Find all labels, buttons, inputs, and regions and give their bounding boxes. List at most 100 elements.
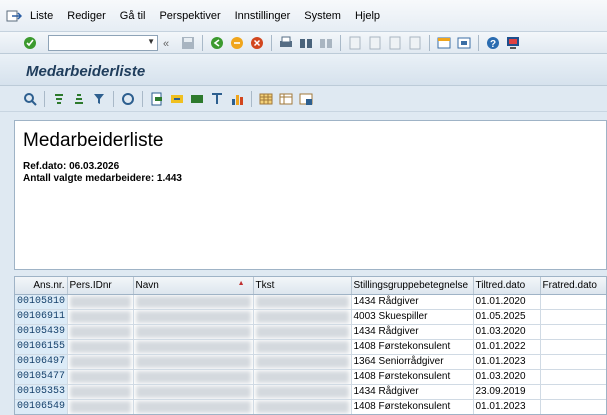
- ansnr-cell[interactable]: 00105353: [15, 384, 68, 400]
- toolbar-separator: [478, 34, 479, 51]
- redacted-cell: [67, 399, 134, 414]
- fratred-cell: [540, 369, 606, 385]
- stilling-cell: 1434 Rådgiver: [351, 384, 474, 400]
- col-header-ansnr[interactable]: Ans.nr.: [15, 277, 68, 295]
- menu-ga-til[interactable]: Gå til: [120, 10, 146, 22]
- tiltred-cell: 01.03.2020: [473, 324, 541, 340]
- table-row[interactable]: 00106155 1408 Førstekonsulent 01.01.2022: [15, 339, 606, 355]
- table-row[interactable]: 00105477 1408 Førstekonsulent 01.03.2020: [15, 369, 606, 385]
- col-header-stilling[interactable]: Stillingsgruppebetegnelse: [351, 277, 474, 295]
- ansnr-cell[interactable]: 00105810: [15, 294, 68, 310]
- customize-layout-icon[interactable]: [505, 35, 521, 51]
- command-field[interactable]: ▼: [48, 34, 158, 51]
- ansnr-cell[interactable]: 00106911: [15, 309, 68, 325]
- menu-hjelp[interactable]: Hjelp: [355, 10, 380, 22]
- sort-ascending-icon[interactable]: [51, 91, 67, 107]
- fratred-cell: [540, 294, 606, 310]
- graphic-icon[interactable]: [229, 91, 245, 107]
- next-page-icon[interactable]: [387, 35, 403, 51]
- sort-descending-icon[interactable]: [71, 91, 87, 107]
- redacted-cell: [253, 324, 352, 340]
- tiltred-cell: 01.01.2020: [473, 294, 541, 310]
- total-icon[interactable]: [120, 91, 136, 107]
- standard-toolbar: ▼ « ?: [0, 32, 607, 54]
- svg-text:«: «: [163, 38, 169, 50]
- redacted-cell: [133, 354, 254, 370]
- list-header: Medarbeiderliste Ref.dato: 06.03.2026 An…: [14, 120, 607, 270]
- ansnr-cell[interactable]: 00106549: [15, 399, 68, 414]
- toolbar-separator: [340, 34, 341, 51]
- fratred-cell: [540, 384, 606, 400]
- menu-system[interactable]: System: [304, 10, 341, 22]
- tiltred-cell: 23.09.2019: [473, 384, 541, 400]
- menu-innstillinger[interactable]: Innstillinger: [235, 10, 291, 22]
- table-row[interactable]: 00105439 1434 Rådgiver 01.03.2020: [15, 324, 606, 340]
- redacted-cell: [67, 369, 134, 385]
- table-row[interactable]: 00105810 1434 Rådgiver 01.01.2020: [15, 294, 606, 310]
- menu-rediger[interactable]: Rediger: [67, 10, 106, 22]
- toolbar-separator: [251, 90, 252, 107]
- col-header-persid[interactable]: Pers.IDnr: [67, 277, 134, 295]
- exit-icon[interactable]: [6, 9, 22, 23]
- employee-grid[interactable]: Ans.nr. Pers.IDnr Navn ▲ Tkst Stillingsgr…: [14, 276, 607, 415]
- ansnr-cell[interactable]: 00106497: [15, 354, 68, 370]
- table-row[interactable]: 00106497 1364 Seniorrådgiver 01.01.2023: [15, 354, 606, 370]
- save-icon[interactable]: [180, 35, 196, 51]
- cancel-icon[interactable]: [249, 35, 265, 51]
- table-row[interactable]: 00106549 1408 Førstekonsulent 01.01.2023: [15, 399, 606, 414]
- redacted-cell: [253, 369, 352, 385]
- fratred-cell: [540, 324, 606, 340]
- first-page-icon[interactable]: [347, 35, 363, 51]
- redacted-cell: [133, 309, 254, 325]
- list-heading: Medarbeiderliste: [23, 130, 164, 151]
- filter-icon[interactable]: [91, 91, 107, 107]
- new-session-icon[interactable]: [436, 35, 452, 51]
- menu-perspektiver[interactable]: Perspektiver: [159, 10, 220, 22]
- abc-analysis-icon[interactable]: [209, 91, 225, 107]
- ansnr-cell[interactable]: 00105439: [15, 324, 68, 340]
- help-icon[interactable]: ?: [485, 35, 501, 51]
- tiltred-cell: 01.01.2023: [473, 354, 541, 370]
- find-icon[interactable]: [298, 35, 314, 51]
- details-icon[interactable]: [22, 91, 38, 107]
- save-layout-icon[interactable]: [298, 91, 314, 107]
- toolbar-separator: [142, 90, 143, 107]
- col-header-tkst[interactable]: Tkst: [253, 277, 352, 295]
- redacted-cell: [133, 324, 254, 340]
- print-preview-icon[interactable]: [149, 91, 165, 107]
- col-header-fratred[interactable]: Fratred.dato: [540, 277, 606, 295]
- col-header-navn[interactable]: Navn ▲: [133, 277, 254, 295]
- chevron-down-icon[interactable]: ▼: [147, 37, 155, 46]
- redacted-cell: [67, 324, 134, 340]
- ansnr-cell[interactable]: 00105477: [15, 369, 68, 385]
- shortcut-icon[interactable]: [456, 35, 472, 51]
- ansnr-cell[interactable]: 00106155: [15, 339, 68, 355]
- choose-layout-icon[interactable]: [278, 91, 294, 107]
- col-header-tiltred[interactable]: Tiltred.dato: [473, 277, 541, 295]
- page-title: Medarbeiderliste: [26, 63, 146, 80]
- tiltred-cell: 01.01.2022: [473, 339, 541, 355]
- table-row[interactable]: 00106911 4003 Skuespiller 01.05.2025: [15, 309, 606, 325]
- stilling-cell: 1434 Rådgiver: [351, 294, 474, 310]
- stilling-cell: 1408 Førstekonsulent: [351, 399, 474, 414]
- table-row[interactable]: 00105353 1434 Rådgiver 23.09.2019: [15, 384, 606, 400]
- double-left-icon[interactable]: «: [160, 35, 176, 51]
- exit-yellow-icon[interactable]: [229, 35, 245, 51]
- change-layout-icon[interactable]: [258, 91, 274, 107]
- back-icon[interactable]: [209, 35, 225, 51]
- export-icon[interactable]: [169, 91, 185, 107]
- redacted-cell: [133, 384, 254, 400]
- previous-page-icon[interactable]: [367, 35, 383, 51]
- print-icon[interactable]: [278, 35, 294, 51]
- redacted-cell: [67, 309, 134, 325]
- title-bar: Medarbeiderliste: [0, 54, 607, 86]
- redacted-cell: [253, 399, 352, 414]
- last-page-icon[interactable]: [407, 35, 423, 51]
- enter-check-icon[interactable]: [22, 35, 38, 51]
- col-header-navn-label: Navn: [135, 279, 159, 291]
- find-next-icon[interactable]: [318, 35, 334, 51]
- redacted-cell: [67, 384, 134, 400]
- send-icon[interactable]: [189, 91, 205, 107]
- menu-liste[interactable]: Liste: [30, 10, 53, 22]
- fratred-cell: [540, 309, 606, 325]
